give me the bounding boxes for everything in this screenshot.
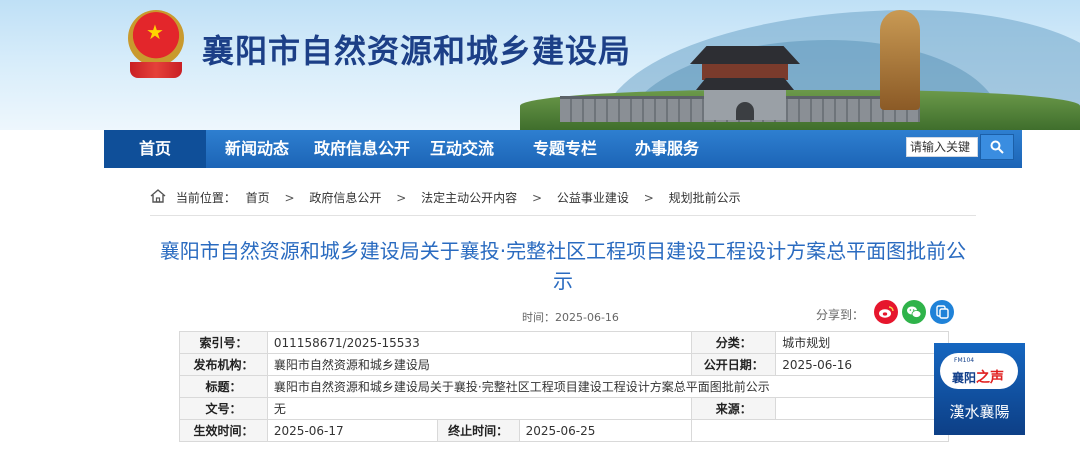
- home-icon: [150, 189, 166, 206]
- radio-frequency: FM104: [954, 357, 975, 364]
- table-row: 生效时间： 2025-06-17 终止时间： 2025-06-25: [179, 419, 949, 442]
- main-nav: 首页 新闻动态 政府信息公开 互动交流 专题专栏 办事服务: [104, 130, 1022, 168]
- breadcrumb-separator: >: [531, 190, 543, 205]
- subject-label: 标题：: [179, 375, 268, 398]
- weibo-icon[interactable]: [874, 300, 898, 324]
- subject-value: 襄阳市自然资源和城乡建设局关于襄投·完整社区工程项目建设工程设计方案总平面图批前…: [266, 375, 950, 398]
- breadcrumb-item-statutory[interactable]: 法定主动公开内容: [421, 189, 517, 206]
- nav-item-interaction[interactable]: 互动交流: [422, 130, 502, 168]
- breadcrumb-item-home[interactable]: 首页: [246, 189, 270, 206]
- breadcrumb-item-public-welfare[interactable]: 公益事业建设: [557, 189, 629, 206]
- radio-brand: 襄阳之声: [952, 370, 1005, 386]
- breadcrumb-item-planning[interactable]: 规划批前公示: [669, 189, 741, 206]
- breadcrumb: 当前位置： 首页 > 政府信息公开 > 法定主动公开内容 > 公益事业建设 > …: [150, 189, 741, 207]
- national-emblem-icon[interactable]: ★: [124, 8, 188, 80]
- search-input[interactable]: 请输入关键: [906, 137, 978, 157]
- effective-value: 2025-06-17: [266, 419, 438, 442]
- share-label: 分享到：: [816, 308, 865, 322]
- index-no-value: 011158671/2025-15533: [266, 331, 693, 354]
- publish-time: 时间：2025-06-16: [522, 311, 619, 324]
- radio-slogan: 漢水襄陽: [949, 403, 1010, 421]
- publisher-label: 发布机构：: [179, 353, 268, 376]
- breadcrumb-prefix: 当前位置：: [175, 191, 236, 205]
- qzone-icon[interactable]: [930, 300, 954, 324]
- source-value: [775, 397, 949, 420]
- breadcrumb-separator: >: [396, 190, 407, 205]
- nav-item-topics[interactable]: 专题专栏: [524, 130, 606, 168]
- pub-date-value: 2025-06-16: [775, 353, 949, 376]
- pub-date-label: 公开日期：: [691, 353, 777, 376]
- breadcrumb-item-gov-info[interactable]: 政府信息公开: [309, 189, 381, 206]
- nav-item-services[interactable]: 办事服务: [626, 130, 708, 168]
- wechat-icon[interactable]: [902, 300, 926, 324]
- breadcrumb-separator: >: [643, 190, 654, 205]
- nav-item-home[interactable]: 首页: [104, 130, 206, 168]
- index-no-label: 索引号：: [179, 331, 268, 354]
- banner-statue: [880, 10, 920, 110]
- site-title[interactable]: 襄阳市自然资源和城乡建设局: [202, 26, 631, 72]
- category-value: 城市规划: [775, 331, 949, 354]
- search-icon: [990, 140, 1004, 154]
- effective-label: 生效时间：: [179, 419, 268, 442]
- table-row: 标题： 襄阳市自然资源和城乡建设局关于襄投·完整社区工程项目建设工程设计方案总平…: [179, 375, 950, 398]
- article-title: 襄阳市自然资源和城乡建设局关于襄投·完整社区工程项目建设工程设计方案总平面图批前…: [159, 239, 967, 293]
- category-label: 分类：: [691, 331, 777, 354]
- publisher-value: 襄阳市自然资源和城乡建设局: [266, 353, 693, 376]
- source-label: 来源：: [691, 397, 777, 420]
- doc-no-label: 文号：: [179, 397, 268, 420]
- banner-gate-tower: [690, 46, 800, 120]
- table-row: 索引号： 011158671/2025-15533 分类： 城市规划: [179, 331, 949, 354]
- nav-item-gov-info[interactable]: 政府信息公开: [308, 130, 416, 168]
- empty-cell: [691, 419, 949, 442]
- document-meta-table: 索引号： 011158671/2025-15533 分类： 城市规划 发布机构：…: [179, 331, 950, 442]
- doc-no-value: 无: [266, 397, 693, 420]
- breadcrumb-separator: >: [284, 190, 295, 205]
- floating-radio-ad[interactable]: FM104 襄阳之声 漢水襄陽: [934, 343, 1025, 435]
- end-value: 2025-06-25: [518, 419, 693, 442]
- nav-item-news[interactable]: 新闻动态: [216, 130, 298, 168]
- table-row: 发布机构： 襄阳市自然资源和城乡建设局 公开日期： 2025-06-16: [179, 353, 949, 376]
- table-row: 文号： 无 来源：: [179, 397, 949, 420]
- breadcrumb-divider: [150, 215, 976, 216]
- end-label: 终止时间：: [436, 419, 520, 442]
- search-button[interactable]: [980, 134, 1014, 160]
